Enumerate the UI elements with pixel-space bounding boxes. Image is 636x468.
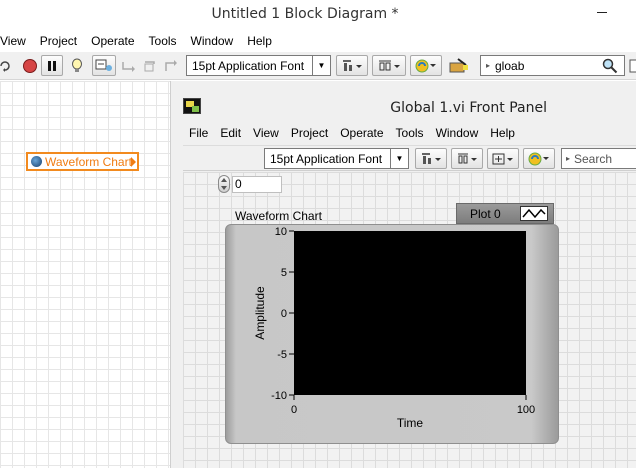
front-panel-canvas[interactable]: 0 Waveform Chart Plot 0 10 5 0 -5 -10 0 100 Tim… (183, 172, 636, 468)
distribute-objects-icon[interactable] (451, 148, 483, 169)
plot-legend-name: Plot 0 (470, 206, 501, 221)
window-title: Untitled 1 Block Diagram * (211, 6, 399, 22)
x-tick-label-1: 100 (517, 404, 535, 416)
search-icon[interactable] (602, 58, 618, 77)
help-window-icon[interactable] (628, 55, 636, 76)
y-tick-label-1: 5 (281, 267, 287, 279)
search-input-value[interactable]: gloab (495, 59, 524, 73)
step-out-icon[interactable] (162, 55, 180, 76)
x-tick-label-0: 0 (291, 404, 297, 416)
labview-desktop: Untitled 1 Block Diagram * View Project … (0, 0, 636, 468)
front-panel-menubar: File Edit View Project Operate Tools Win… (183, 123, 521, 143)
y-axis-label: Amplitude (253, 286, 267, 340)
y-tick-label-4: -10 (271, 390, 287, 402)
menu-view[interactable]: View (0, 34, 33, 48)
global-variable-node[interactable]: Waveform Chart (26, 152, 139, 171)
menu-operate[interactable]: Operate (334, 126, 389, 140)
menu-project[interactable]: Project (285, 126, 334, 140)
search-field[interactable]: ▸ Search (561, 148, 636, 169)
front-panel-toolbar: 15pt Application Font ▼ ▸ Search (183, 145, 636, 171)
font-selector-value: 15pt Application Font (192, 58, 305, 73)
globe-icon (31, 156, 42, 167)
plot-area (294, 231, 526, 395)
numeric-control-value[interactable]: 0 (232, 176, 282, 193)
plot-legend[interactable]: Plot 0 (456, 203, 554, 224)
waveform-chart[interactable]: 10 5 0 -5 -10 0 100 Time Amplitude (225, 224, 559, 444)
plot-style-icon[interactable] (520, 206, 548, 221)
chevron-down-icon: ▼ (312, 56, 330, 75)
minimize-icon[interactable] (596, 6, 608, 18)
chevron-down-icon: ▼ (390, 149, 408, 168)
abort-icon[interactable] (18, 55, 42, 76)
y-tick-label-0: 10 (275, 226, 287, 238)
menu-edit[interactable]: Edit (214, 126, 247, 140)
front-panel-titlebar: Global 1.vi Front Panel (171, 81, 636, 121)
output-terminal-icon[interactable] (131, 157, 136, 167)
block-diagram-titlebar: Untitled 1 Block Diagram * (0, 0, 636, 30)
menu-help[interactable]: Help (484, 126, 521, 140)
x-axis-label: Time (397, 416, 424, 430)
resize-objects-icon[interactable] (487, 148, 519, 169)
chart-label: Waveform Chart (235, 209, 322, 223)
run-continuously-icon[interactable] (0, 55, 14, 76)
distribute-objects-icon[interactable] (372, 55, 406, 76)
menu-view[interactable]: View (247, 126, 285, 140)
align-objects-icon[interactable] (336, 55, 368, 76)
font-selector[interactable]: 15pt Application Font ▼ (264, 148, 409, 169)
reorder-icon[interactable] (410, 55, 442, 76)
search-field[interactable]: ▸ gloab (480, 55, 625, 76)
menu-window[interactable]: Window (184, 34, 241, 48)
waveform-chart-svg: 10 5 0 -5 -10 0 100 Time Amplitude (253, 226, 535, 430)
highlight-execution-icon[interactable] (66, 55, 88, 76)
block-diagram-toolbar: 15pt Application Font ▼ ▸ gloab (0, 52, 636, 80)
retain-wire-values-icon[interactable] (92, 55, 116, 76)
font-selector-value: 15pt Application Font (270, 151, 383, 166)
menu-help[interactable]: Help (240, 34, 279, 48)
clean-up-diagram-icon[interactable] (446, 55, 472, 76)
search-scope-chevron-icon[interactable]: ▸ (562, 154, 574, 163)
step-into-icon[interactable] (120, 55, 138, 76)
block-diagram-canvas[interactable]: Waveform Chart (0, 81, 170, 468)
search-placeholder[interactable]: Search (574, 152, 612, 166)
menu-window[interactable]: Window (430, 126, 485, 140)
reorder-icon[interactable] (523, 148, 555, 169)
front-panel-title: Global 1.vi Front Panel (390, 100, 547, 116)
menu-tools[interactable]: Tools (142, 34, 184, 48)
menu-operate[interactable]: Operate (84, 34, 141, 48)
search-scope-chevron-icon[interactable]: ▸ (481, 61, 495, 70)
menu-project[interactable]: Project (33, 34, 84, 48)
block-diagram-menubar: View Project Operate Tools Window Help (0, 31, 279, 51)
align-objects-icon[interactable] (415, 148, 447, 169)
numeric-control[interactable]: 0 (218, 174, 284, 194)
pause-button[interactable] (41, 55, 63, 76)
y-tick-label-2: 0 (281, 308, 287, 320)
menu-tools[interactable]: Tools (390, 126, 430, 140)
front-panel-window: Global 1.vi Front Panel File Edit View P… (170, 81, 636, 468)
font-selector[interactable]: 15pt Application Font ▼ (186, 55, 331, 76)
step-over-icon[interactable] (141, 55, 159, 76)
menu-file[interactable]: File (183, 126, 214, 140)
global-node-label: Waveform Chart (45, 154, 132, 169)
y-tick-label-3: -5 (277, 349, 287, 361)
increment-decrement-icon[interactable] (218, 175, 230, 193)
